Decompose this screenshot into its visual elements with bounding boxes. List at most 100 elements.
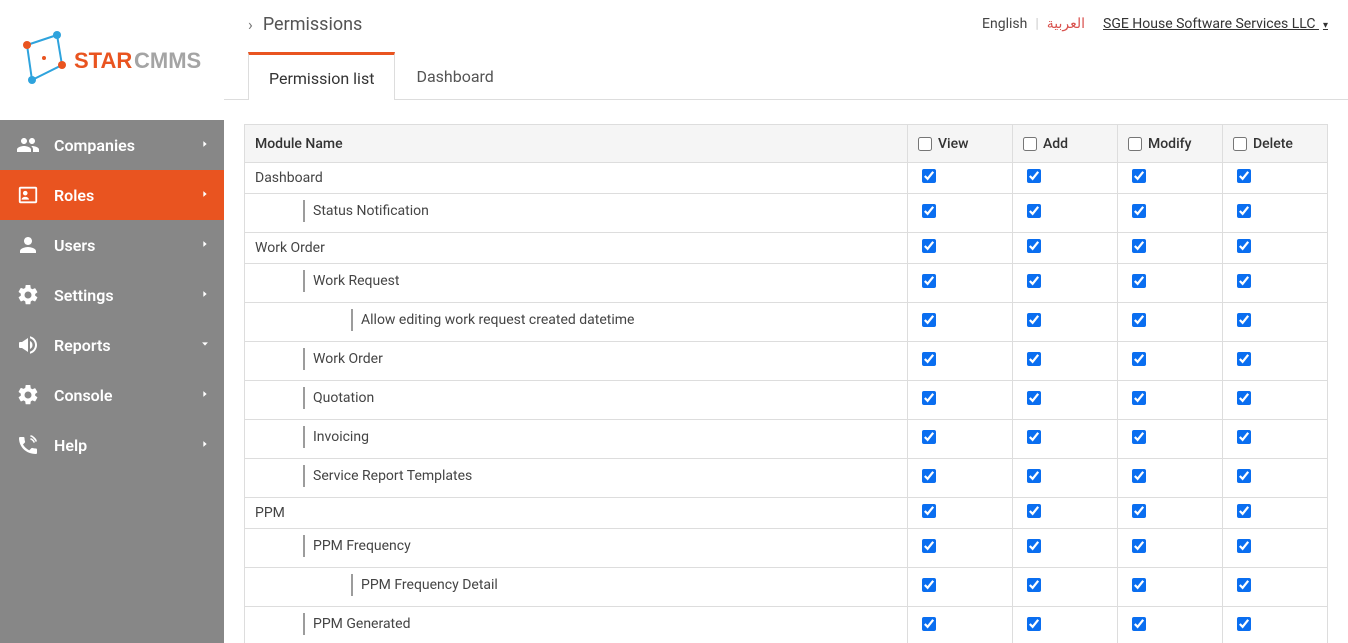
delete-cell bbox=[1223, 342, 1328, 381]
delete-cell bbox=[1223, 303, 1328, 342]
view-cell bbox=[908, 529, 1013, 568]
header-delete-checkbox[interactable] bbox=[1233, 137, 1247, 151]
modify-checkbox[interactable] bbox=[1132, 430, 1146, 444]
company-name: SGE House Software Services LLC bbox=[1103, 16, 1315, 32]
delete-checkbox[interactable] bbox=[1237, 239, 1251, 253]
logo[interactable]: STAR CMMS bbox=[0, 0, 224, 120]
delete-checkbox[interactable] bbox=[1237, 539, 1251, 553]
delete-checkbox[interactable] bbox=[1237, 469, 1251, 483]
modify-checkbox[interactable] bbox=[1132, 313, 1146, 327]
module-cell: PPM bbox=[245, 498, 908, 529]
modify-checkbox[interactable] bbox=[1132, 239, 1146, 253]
view-checkbox[interactable] bbox=[922, 169, 936, 183]
modify-checkbox[interactable] bbox=[1132, 617, 1146, 631]
table-row: Work Request bbox=[245, 264, 1328, 303]
page-title: Permissions bbox=[263, 14, 363, 35]
header-view: View bbox=[908, 125, 1013, 163]
delete-checkbox[interactable] bbox=[1237, 352, 1251, 366]
header-add-label: Add bbox=[1043, 136, 1068, 152]
add-checkbox[interactable] bbox=[1027, 578, 1041, 592]
sidebar-item-console[interactable]: Console bbox=[0, 370, 224, 420]
view-checkbox[interactable] bbox=[922, 204, 936, 218]
view-checkbox[interactable] bbox=[922, 239, 936, 253]
modify-cell bbox=[1118, 264, 1223, 303]
delete-checkbox[interactable] bbox=[1237, 274, 1251, 288]
modify-checkbox[interactable] bbox=[1132, 578, 1146, 592]
modify-checkbox[interactable] bbox=[1132, 274, 1146, 288]
view-checkbox[interactable] bbox=[922, 617, 936, 631]
people-icon bbox=[16, 133, 40, 157]
view-checkbox[interactable] bbox=[922, 539, 936, 553]
delete-cell bbox=[1223, 163, 1328, 194]
add-cell bbox=[1013, 194, 1118, 233]
sidebar-item-label: Companies bbox=[54, 136, 135, 155]
view-checkbox[interactable] bbox=[922, 578, 936, 592]
delete-checkbox[interactable] bbox=[1237, 204, 1251, 218]
add-checkbox[interactable] bbox=[1027, 352, 1041, 366]
modify-cell bbox=[1118, 381, 1223, 420]
add-checkbox[interactable] bbox=[1027, 274, 1041, 288]
sidebar-item-companies[interactable]: Companies bbox=[0, 120, 224, 170]
modify-checkbox[interactable] bbox=[1132, 469, 1146, 483]
delete-checkbox[interactable] bbox=[1237, 504, 1251, 518]
lang-arabic[interactable]: العربية bbox=[1047, 16, 1085, 32]
chevron-down-icon bbox=[200, 336, 210, 355]
phone-icon bbox=[16, 433, 40, 457]
sidebar-item-label: Reports bbox=[54, 336, 111, 355]
view-checkbox[interactable] bbox=[922, 391, 936, 405]
view-checkbox[interactable] bbox=[922, 430, 936, 444]
delete-checkbox[interactable] bbox=[1237, 169, 1251, 183]
modify-checkbox[interactable] bbox=[1132, 504, 1146, 518]
view-checkbox[interactable] bbox=[922, 313, 936, 327]
delete-checkbox[interactable] bbox=[1237, 430, 1251, 444]
add-checkbox[interactable] bbox=[1027, 169, 1041, 183]
add-checkbox[interactable] bbox=[1027, 391, 1041, 405]
delete-checkbox[interactable] bbox=[1237, 313, 1251, 327]
view-checkbox[interactable] bbox=[922, 352, 936, 366]
lang-english[interactable]: English bbox=[982, 16, 1027, 32]
tab-dashboard[interactable]: Dashboard bbox=[395, 52, 514, 100]
module-cell: Quotation bbox=[245, 381, 908, 420]
header-add-checkbox[interactable] bbox=[1023, 137, 1037, 151]
modify-checkbox[interactable] bbox=[1132, 169, 1146, 183]
company-dropdown[interactable]: SGE House Software Services LLC ▾ bbox=[1103, 16, 1328, 32]
add-checkbox[interactable] bbox=[1027, 313, 1041, 327]
table-header-row: Module Name View Add bbox=[245, 125, 1328, 163]
sidebar-item-settings[interactable]: Settings bbox=[0, 270, 224, 320]
view-checkbox[interactable] bbox=[922, 504, 936, 518]
module-label: Status Notification bbox=[313, 203, 429, 219]
add-checkbox[interactable] bbox=[1027, 204, 1041, 218]
module-label: Work Request bbox=[313, 273, 399, 289]
add-cell bbox=[1013, 233, 1118, 264]
tab-permission-list[interactable]: Permission list bbox=[248, 52, 395, 100]
add-checkbox[interactable] bbox=[1027, 469, 1041, 483]
sidebar-item-reports[interactable]: Reports bbox=[0, 320, 224, 370]
add-checkbox[interactable] bbox=[1027, 430, 1041, 444]
delete-checkbox[interactable] bbox=[1237, 617, 1251, 631]
delete-cell bbox=[1223, 381, 1328, 420]
modify-checkbox[interactable] bbox=[1132, 204, 1146, 218]
sidebar-item-help[interactable]: Help bbox=[0, 420, 224, 470]
view-checkbox[interactable] bbox=[922, 274, 936, 288]
add-checkbox[interactable] bbox=[1027, 239, 1041, 253]
modify-cell bbox=[1118, 342, 1223, 381]
chevron-right-icon: › bbox=[248, 15, 253, 34]
view-checkbox[interactable] bbox=[922, 469, 936, 483]
view-cell bbox=[908, 607, 1013, 643]
sidebar-item-label: Help bbox=[54, 436, 87, 455]
add-checkbox[interactable] bbox=[1027, 617, 1041, 631]
add-checkbox[interactable] bbox=[1027, 504, 1041, 518]
modify-checkbox[interactable] bbox=[1132, 539, 1146, 553]
modify-checkbox[interactable] bbox=[1132, 352, 1146, 366]
main: › Permissions English | العربية SGE Hous… bbox=[224, 0, 1348, 643]
delete-checkbox[interactable] bbox=[1237, 578, 1251, 592]
sidebar-item-users[interactable]: Users bbox=[0, 220, 224, 270]
sidebar-item-roles[interactable]: Roles bbox=[0, 170, 224, 220]
breadcrumb: › Permissions bbox=[248, 14, 362, 35]
modify-checkbox[interactable] bbox=[1132, 391, 1146, 405]
add-checkbox[interactable] bbox=[1027, 539, 1041, 553]
header-modify-checkbox[interactable] bbox=[1128, 137, 1142, 151]
table-row: Status Notification bbox=[245, 194, 1328, 233]
header-view-checkbox[interactable] bbox=[918, 137, 932, 151]
delete-checkbox[interactable] bbox=[1237, 391, 1251, 405]
